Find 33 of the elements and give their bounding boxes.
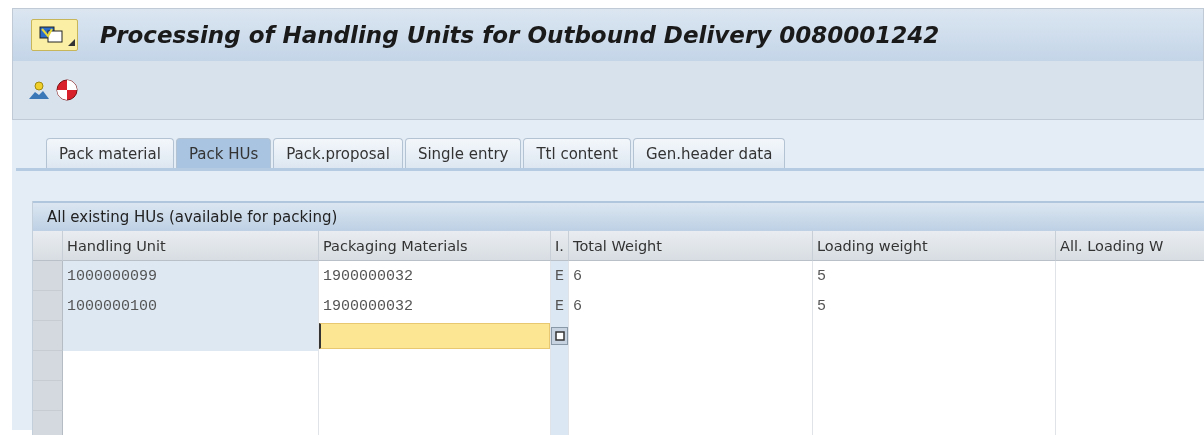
column-header[interactable]: Total Weight [569,231,813,261]
row-selector[interactable] [33,321,63,351]
table-cell: E [551,261,569,291]
monitor-icon [38,25,64,45]
column-header[interactable]: I. [551,231,569,261]
tab[interactable]: Pack.proposal [273,138,403,168]
tab[interactable]: Ttl content [523,138,631,168]
input-field[interactable] [319,323,550,349]
row-selector[interactable] [33,261,63,291]
value-help-button[interactable] [551,327,568,345]
lifebuoy-icon [56,79,78,101]
header-corner[interactable] [33,231,63,261]
group-title: All existing HUs (available for packing) [47,208,338,226]
table-cell: 1000000100 [63,291,319,321]
row-selector[interactable] [33,411,63,435]
menu-button[interactable] [31,19,78,51]
column-header[interactable]: Handling Unit [63,231,319,261]
column-header[interactable]: All. Loading W [1056,231,1204,261]
toolbar-button[interactable] [56,79,78,101]
column-header[interactable]: Packaging Materials [319,231,551,261]
window-icon [554,331,565,341]
tab[interactable]: Pack material [46,138,174,168]
table-cell: E [551,291,569,321]
window-title: Processing of Handling Units for Outbound Delivery 0080001242 [100,22,940,48]
tab[interactable]: Single entry [404,138,522,168]
row-selector[interactable] [33,291,63,321]
dropdown-icon [68,39,75,46]
column-header[interactable]: Loading weight [813,231,1056,261]
row-selector[interactable] [33,381,63,411]
table-cell: 1000000099 [63,261,319,291]
tab[interactable]: Pack HUs [175,138,272,168]
row-selector[interactable] [33,351,63,381]
tab[interactable]: Gen.header data [632,138,786,168]
